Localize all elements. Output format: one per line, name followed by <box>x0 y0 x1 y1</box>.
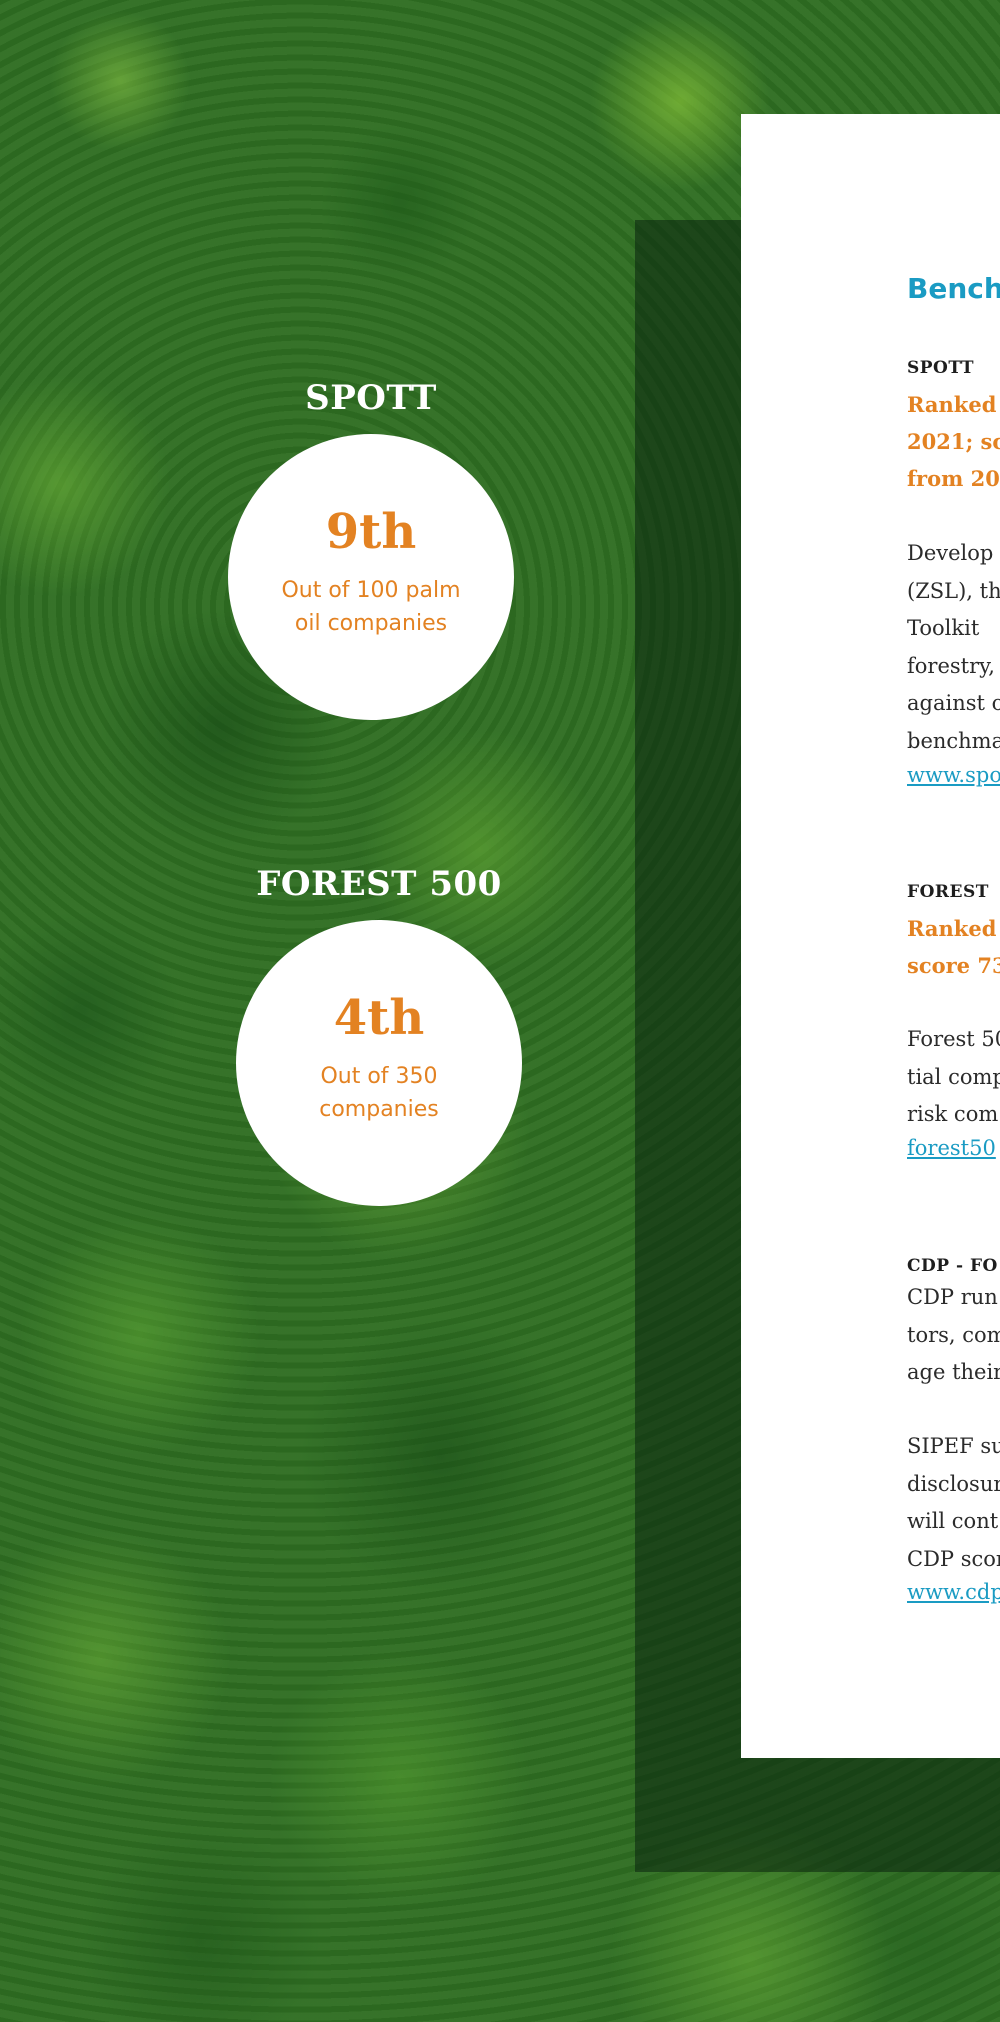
body-line: risk com <box>907 1102 999 1126</box>
cdp-section-title: CDP - FO <box>907 1256 998 1276</box>
body-line: benchma <box>907 728 1000 753</box>
body-line: against o <box>907 691 1000 715</box>
forest500-badge-title: FOREST 500 <box>256 864 502 904</box>
highlight-line: from 20 <box>907 466 1000 491</box>
cdp-body-text: CDP run tors, com age their <box>907 1279 1000 1392</box>
body-line: Toolkit <box>907 616 980 640</box>
highlight-line: 2021; sc <box>907 429 1000 454</box>
body-line: age their <box>907 1360 1000 1384</box>
forest500-body-text: Forest 50 tial comp risk com <box>907 1021 1000 1134</box>
spott-badge-title: SPOTT <box>305 378 437 418</box>
body-line: will cont <box>907 1509 999 1533</box>
body-line: Forest 50 <box>907 1027 1000 1051</box>
body-line: tors, com <box>907 1322 1000 1347</box>
forest500-link[interactable]: forest50 <box>907 1136 996 1160</box>
spott-highlight: Ranked 2021; sc from 20 <box>907 386 1000 497</box>
highlight-line: Ranked <box>907 916 997 941</box>
forest500-rank-subtitle: Out of 350 companies <box>236 1060 522 1126</box>
forest500-highlight: Ranked score 73 <box>907 910 1000 984</box>
body-line: CDP run <box>907 1285 998 1309</box>
forest500-subtitle-line: Out of 350 <box>320 1064 438 1089</box>
forest500-section-title: FOREST <box>907 882 989 902</box>
body-line: forestry, <box>907 653 995 678</box>
spott-link[interactable]: www.spo <box>907 763 1000 787</box>
body-line: SIPEF su <box>907 1434 1000 1458</box>
forest500-subtitle-line: companies <box>319 1097 439 1122</box>
body-line: tial comp <box>907 1064 1000 1089</box>
spott-subtitle-line: Out of 100 palm <box>281 578 461 603</box>
body-line: disclosur <box>907 1471 1000 1496</box>
spott-section-title: SPOTT <box>907 358 975 378</box>
spott-rank-subtitle: Out of 100 palm oil companies <box>228 574 514 640</box>
spott-rank-badge: 9th Out of 100 palm oil companies <box>228 434 514 720</box>
body-line: CDP scor <box>907 1546 1000 1571</box>
highlight-line: score 73 <box>907 953 1000 978</box>
cdp-link[interactable]: www.cdp <box>907 1580 1000 1604</box>
forest500-rank: 4th <box>333 990 425 1046</box>
benchmark-content-panel: Benchn SPOTT Ranked 2021; sc from 20 Dev… <box>741 114 1000 1758</box>
spott-rank: 9th <box>325 504 417 560</box>
page-heading: Benchn <box>907 272 1000 305</box>
forest500-rank-badge: 4th Out of 350 companies <box>236 920 522 1206</box>
body-line: (ZSL), th <box>907 578 1000 603</box>
spott-body-text: Develop (ZSL), th Toolkit forestry, agai… <box>907 535 1000 760</box>
body-line: Develop <box>907 541 994 565</box>
highlight-line: Ranked <box>907 392 997 417</box>
spott-subtitle-line: oil companies <box>294 611 448 636</box>
cdp-body-text-2: SIPEF su disclosur will cont CDP scor <box>907 1428 1000 1578</box>
